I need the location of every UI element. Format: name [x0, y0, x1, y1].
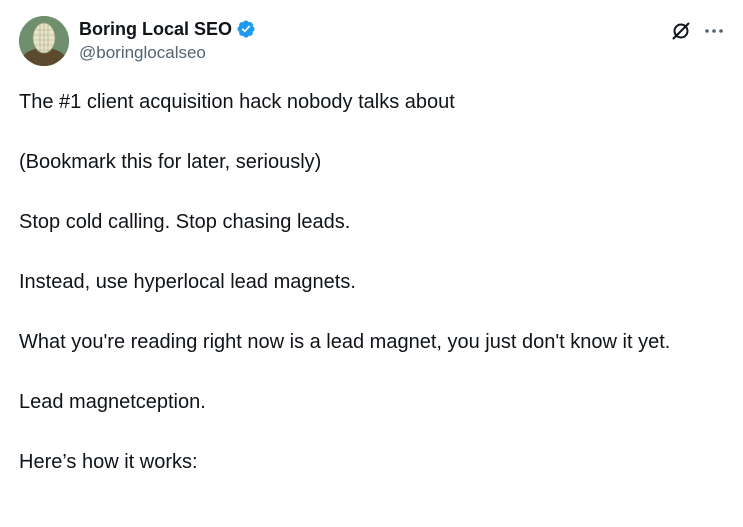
more-options-icon[interactable]	[703, 22, 725, 40]
tweet-card: Boring Local SEO @boringlocalseo The #1 …	[0, 0, 743, 527]
author-display-name[interactable]: Boring Local SEO	[79, 19, 232, 40]
tweet-paragraph: Lead magnetception.	[19, 391, 206, 413]
tweet-paragraph: (Bookmark this for later, seriously)	[19, 151, 322, 173]
tweet-paragraph: Here’s how it works:	[19, 451, 198, 473]
tweet-text: The #1 client acquisition hack nobody ta…	[19, 87, 719, 507]
avatar[interactable]	[19, 16, 69, 66]
tweet-paragraph: Stop cold calling. Stop chasing leads.	[19, 211, 351, 233]
author-handle[interactable]: @boringlocalseo	[79, 43, 206, 63]
verified-badge-icon[interactable]	[236, 19, 256, 39]
tweet-paragraph: The #1 client acquisition hack nobody ta…	[19, 91, 455, 113]
tweet-paragraph: What you're reading right now is a lead …	[19, 331, 671, 353]
grok-icon[interactable]	[671, 21, 691, 41]
avatar-image	[19, 16, 69, 66]
author-name-row[interactable]: Boring Local SEO	[79, 17, 256, 41]
tweet-paragraph: Instead, use hyperlocal lead magnets.	[19, 271, 356, 293]
